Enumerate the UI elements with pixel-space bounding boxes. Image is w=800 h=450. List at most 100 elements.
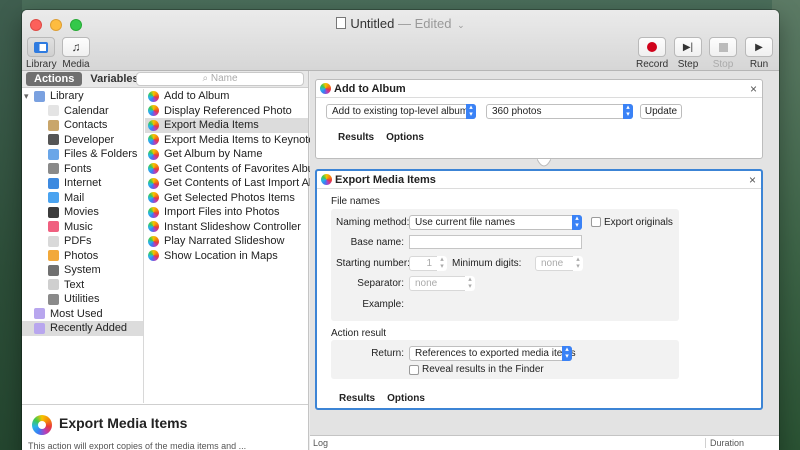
library-icon <box>34 90 45 102</box>
workflow-area[interactable]: Add to Album × Add to existing top-level… <box>310 71 779 435</box>
action-card-export-media-items[interactable]: Export Media Items × File names Naming m… <box>315 169 763 410</box>
return-popup[interactable]: References to exported media items ▴ ▾ <box>409 346 576 361</box>
stop-button[interactable]: Stop <box>709 37 737 70</box>
library-item[interactable]: Fonts <box>22 162 143 177</box>
search-input[interactable]: ⌕ Name <box>136 72 304 86</box>
library-item-label: Utilities <box>64 293 100 305</box>
library-category-list: ▾ Library Calendar Contacts Developer Files &… <box>22 89 144 403</box>
library-item-label: Fonts <box>64 162 92 175</box>
action-item[interactable]: Export Media Items to Keynote <box>145 133 314 148</box>
duration-column-header[interactable]: Duration <box>705 438 744 448</box>
connector-icon <box>537 159 551 167</box>
minimum-digits-popup[interactable]: none ▴ ▾ <box>535 256 583 271</box>
update-button[interactable]: Update <box>640 104 682 119</box>
library-item[interactable]: Mail <box>22 191 143 206</box>
library-toggle-button[interactable]: Library <box>26 37 57 70</box>
library-item[interactable]: Files & Folders <box>22 147 143 162</box>
library-item[interactable]: Calendar <box>22 104 143 119</box>
window-title-text: Untitled <box>350 16 395 31</box>
library-item[interactable]: Movies <box>22 205 143 220</box>
action-item-label: Add to Album <box>164 90 230 102</box>
photos-icon <box>32 415 52 435</box>
popup-arrows-icon: ▴ ▾ <box>623 104 633 119</box>
library-item-label: Mail <box>64 191 85 204</box>
library-item[interactable]: Most Used <box>22 307 143 322</box>
library-item[interactable]: PDFs <box>22 234 143 249</box>
search-icon: ⌕ <box>202 73 209 84</box>
action-item[interactable]: Export Media Items <box>145 118 308 133</box>
action-item[interactable]: Get Selected Photos Items <box>145 191 308 206</box>
calendar-icon <box>48 105 59 117</box>
separator-value: none <box>415 278 438 289</box>
tab-results[interactable]: Results <box>339 393 375 404</box>
base-name-field[interactable] <box>409 235 582 249</box>
record-button[interactable]: Record <box>636 37 668 70</box>
library-item-label: Contacts <box>64 119 108 131</box>
action-result-heading: Action result <box>331 328 387 339</box>
starting-number-label: Starting number: <box>336 258 410 269</box>
action-item-label: Import Files into Photos <box>164 206 280 218</box>
tab-options[interactable]: Options <box>386 132 424 143</box>
photos-icon <box>148 90 159 102</box>
base-name-label: Base name: <box>350 237 404 248</box>
action-item[interactable]: Show Location in Maps <box>145 249 308 264</box>
separator-popup[interactable]: none ▴ ▾ <box>409 276 475 291</box>
tab-results[interactable]: Results <box>338 132 374 143</box>
separator-label: Separator: <box>357 278 404 289</box>
action-item[interactable]: Display Referenced Photo <box>145 104 308 119</box>
media-button[interactable]: ♫ Media <box>62 37 90 70</box>
library-label: Library <box>26 59 57 70</box>
library-item[interactable]: Developer <box>22 133 143 148</box>
library-item[interactable]: Music <box>22 220 143 235</box>
return-value: References to exported media items <box>415 348 576 359</box>
action-item[interactable]: Get Contents of Last Import Album <box>145 176 333 191</box>
card-title: Export Media Items <box>335 174 436 186</box>
photos-icon <box>148 192 159 204</box>
card-title-bar: Add to Album × <box>316 80 762 98</box>
library-item-label: Music <box>64 220 93 233</box>
action-item[interactable]: Get Album by Name <box>145 147 308 162</box>
action-item[interactable]: Instant Slideshow Controller <box>145 220 308 235</box>
developer-icon <box>48 134 59 146</box>
system-icon <box>48 264 59 276</box>
disclosure-triangle-icon[interactable]: ▾ <box>24 89 34 104</box>
library-item-label: Most Used <box>50 307 103 320</box>
album-mode-popup[interactable]: Add to existing top-level album... ▴ ▾ <box>326 104 477 119</box>
close-icon[interactable]: × <box>749 171 756 189</box>
library-item[interactable]: System <box>22 263 143 278</box>
action-item-label: Get Selected Photos Items <box>164 191 295 204</box>
step-button[interactable]: ▶| Step <box>674 37 702 70</box>
starting-number-stepper[interactable]: 1 ▴ ▾ <box>409 256 447 271</box>
action-item[interactable]: Play Narrated Slideshow <box>145 234 308 249</box>
library-item-label: Calendar <box>64 104 109 117</box>
log-column-header[interactable]: Log <box>313 438 328 448</box>
library-item[interactable]: Contacts <box>22 118 143 133</box>
library-item[interactable]: ▾ Library <box>22 89 143 104</box>
export-originals-checkbox[interactable] <box>591 217 601 227</box>
mail-icon <box>48 192 59 204</box>
contacts-icon <box>48 119 59 131</box>
photos-icon <box>148 105 159 117</box>
action-card-add-to-album[interactable]: Add to Album × Add to existing top-level… <box>315 79 763 159</box>
reveal-in-finder-checkbox[interactable] <box>409 365 419 375</box>
tab-actions[interactable]: Actions <box>26 72 83 86</box>
library-item[interactable]: Utilities <box>22 292 143 307</box>
album-popup[interactable]: 360 photos ▴ ▾ <box>486 104 633 119</box>
library-item[interactable]: Recently Added <box>22 321 143 336</box>
popup-arrows-icon: ▴ ▾ <box>562 346 572 361</box>
run-button[interactable]: ▶ Run <box>745 37 773 70</box>
example-label: Example: <box>362 299 404 310</box>
action-item[interactable]: Get Contents of Favorites Album <box>145 162 323 177</box>
action-item-label: Get Contents of Favorites Album <box>164 162 323 175</box>
action-item[interactable]: Add to Album <box>145 89 308 104</box>
photos-icon <box>148 119 159 131</box>
chevron-down-icon[interactable]: ⌄ <box>457 20 465 30</box>
naming-method-popup[interactable]: Use current file names ▴ ▾ <box>409 215 582 230</box>
tab-options[interactable]: Options <box>387 393 425 404</box>
action-item[interactable]: Import Files into Photos <box>145 205 308 220</box>
library-item[interactable]: Photos <box>22 249 143 264</box>
close-icon[interactable]: × <box>750 80 757 98</box>
library-item[interactable]: Text <box>22 278 143 293</box>
movies-icon <box>48 206 59 218</box>
library-item[interactable]: Internet <box>22 176 143 191</box>
